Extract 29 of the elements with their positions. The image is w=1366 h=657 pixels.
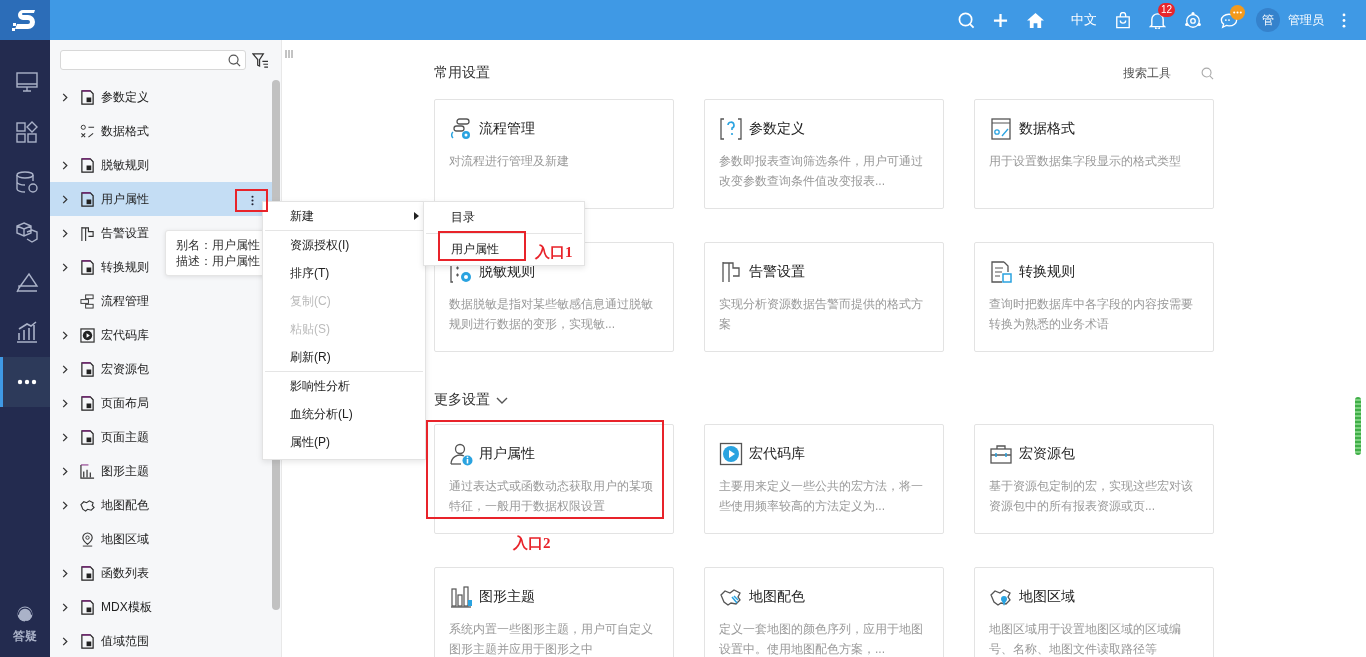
card-title: 宏资源包 — [1019, 445, 1075, 463]
card-title: 数据格式 — [1019, 120, 1075, 138]
annotation-label: 入口2 — [513, 534, 551, 553]
card-description: 定义一套地图的颜色序列，应用于地图设置中。使用地图配色方案，... — [719, 621, 924, 657]
tooltip-text: 描述：用户属性 — [176, 253, 261, 269]
card-description: 系统内置一些图形主题，用户可自定义图形主题并应用于图形之中 — [449, 621, 654, 657]
card-title: 宏代码库 — [749, 445, 805, 463]
card-description: 查询时把数据库中各字段的内容按需要转换为熟悉的业务术语 — [989, 296, 1194, 333]
card-title: 用户属性 — [479, 445, 535, 463]
card-description: 数据脱敏是指对某些敏感信息通过脱敏规则进行数据的变形，实现敏... — [449, 296, 654, 333]
card-title: 参数定义 — [749, 120, 805, 138]
card-title: 地图区域 — [1019, 588, 1075, 606]
card-title: 流程管理 — [479, 120, 535, 138]
card-title: 图形主题 — [479, 588, 535, 606]
section-title: 常用设置 — [434, 64, 490, 82]
card-title: 告警设置 — [749, 263, 805, 281]
card-description: 主要用来定义一些公共的宏方法，将一些使用频率较高的方法定义为... — [719, 478, 924, 515]
card-description: 通过表达式或函数动态获取用户的某项特征，一般用于数据权限设置 — [449, 478, 654, 515]
card-title: 地图配色 — [749, 588, 805, 606]
annotation-label: 入口1 — [535, 243, 573, 262]
card-description: 实现分析资源数据告警而提供的格式方案 — [719, 296, 924, 333]
card-description: 用于设置数据集字段显示的格式类型 — [989, 153, 1182, 170]
card-description: 对流程进行管理及新建 — [449, 153, 570, 170]
card-description: 参数即报表查询筛选条件，用户可通过改变参数查询条件值改变报表... — [719, 153, 924, 190]
tooltip-text: 别名：用户属性 — [176, 237, 261, 253]
notification-badge: 12 — [1158, 2, 1176, 17]
card-description: 基于资源包定制的宏，实现这些宏对该资源包中的所有报表资源或页... — [989, 478, 1194, 515]
card-title: 转换规则 — [1019, 263, 1075, 281]
card-description: 地图区域用于设置地图区域的区域编号、名称、地图文件读取路径等 — [989, 621, 1182, 657]
